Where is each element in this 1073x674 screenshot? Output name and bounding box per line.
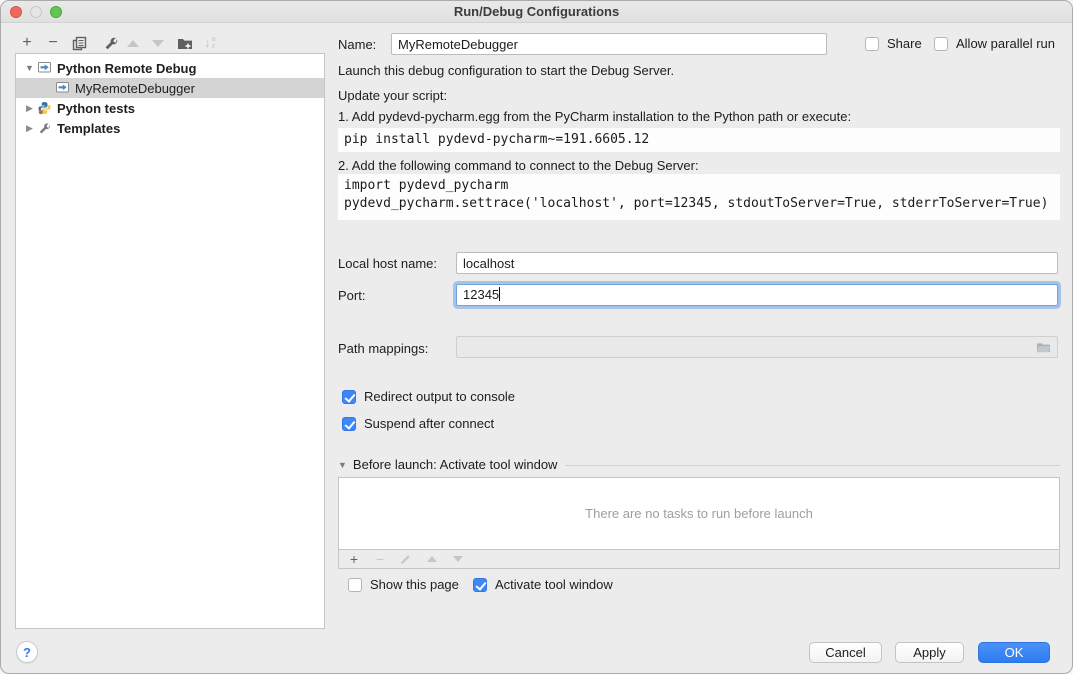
show-this-page-checkbox-row[interactable]: Show this page bbox=[348, 577, 459, 593]
section-expanded-chevron-icon[interactable]: ▼ bbox=[338, 460, 347, 470]
new-folder-icon[interactable] bbox=[176, 34, 194, 52]
path-mappings-label: Path mappings: bbox=[338, 341, 428, 357]
run-debug-configurations-dialog: Run/Debug Configurations + − ↓ a z bbox=[0, 0, 1073, 674]
tree-item-python-tests[interactable]: ▶ Python tests bbox=[16, 98, 324, 118]
code-line-2: pydevd_pycharm.settrace('localhost', por… bbox=[344, 196, 1048, 211]
share-checkbox[interactable] bbox=[865, 37, 879, 51]
before-launch-tasks-panel: There are no tasks to run before launch … bbox=[338, 477, 1060, 569]
copy-icon bbox=[72, 36, 87, 51]
code-line-1: import pydevd_pycharm bbox=[344, 178, 508, 193]
add-task-icon[interactable]: + bbox=[347, 552, 361, 566]
redirect-output-checkbox-row[interactable]: Redirect output to console bbox=[342, 389, 515, 405]
copy-configuration-icon[interactable] bbox=[70, 34, 88, 52]
python-tests-icon bbox=[37, 101, 53, 115]
help-question-mark: ? bbox=[23, 645, 31, 660]
allow-parallel-run-checkbox[interactable] bbox=[934, 37, 948, 51]
window-title: Run/Debug Configurations bbox=[1, 4, 1072, 19]
activate-tool-window-checkbox[interactable] bbox=[473, 578, 487, 592]
expanded-chevron-icon[interactable]: ▼ bbox=[24, 63, 35, 73]
section-divider bbox=[565, 465, 1060, 466]
collapsed-chevron-icon[interactable]: ▶ bbox=[24, 123, 35, 134]
sort-alphabetically-icon: ↓ a z bbox=[201, 34, 219, 52]
move-down-icon bbox=[149, 34, 167, 52]
tree-item-myremotedebugger[interactable]: MyRemoteDebugger bbox=[16, 78, 324, 98]
remote-debug-icon bbox=[37, 61, 53, 75]
step2-text: 2. Add the following command to connect … bbox=[338, 158, 699, 174]
share-label: Share bbox=[887, 36, 922, 52]
tasks-empty-text: There are no tasks to run before launch bbox=[339, 478, 1059, 549]
configurations-tree: ▼ Python Remote Debug MyRemoteDebugger ▶ bbox=[15, 53, 325, 629]
apply-button[interactable]: Apply bbox=[895, 642, 964, 663]
title-bar: Run/Debug Configurations bbox=[1, 1, 1072, 23]
local-host-name-input[interactable] bbox=[456, 252, 1058, 274]
allow-parallel-run-label: Allow parallel run bbox=[956, 36, 1055, 52]
step1-text: 1. Add pydevd-pycharm.egg from the PyCha… bbox=[338, 109, 851, 125]
remove-configuration-icon[interactable]: − bbox=[44, 34, 62, 52]
update-script-text: Update your script: bbox=[338, 88, 447, 104]
ok-button[interactable]: OK bbox=[978, 642, 1050, 663]
before-launch-title: Before launch: Activate tool window bbox=[353, 457, 558, 473]
activate-tool-window-label: Activate tool window bbox=[495, 577, 613, 593]
tree-item-label: Python tests bbox=[57, 101, 135, 116]
description-text: Launch this debug configuration to start… bbox=[338, 63, 674, 79]
show-this-page-label: Show this page bbox=[370, 577, 459, 593]
name-input[interactable] bbox=[391, 33, 827, 55]
collapsed-chevron-icon[interactable]: ▶ bbox=[24, 103, 35, 114]
tree-item-python-remote-debug[interactable]: ▼ Python Remote Debug bbox=[16, 58, 324, 78]
templates-wrench-icon bbox=[37, 121, 53, 135]
suspend-after-connect-checkbox[interactable] bbox=[342, 417, 356, 431]
tree-item-templates[interactable]: ▶ Templates bbox=[16, 118, 324, 138]
name-label: Name: bbox=[338, 37, 376, 53]
folder-plus-icon bbox=[177, 36, 193, 51]
help-button[interactable]: ? bbox=[16, 641, 38, 663]
move-task-up-icon bbox=[425, 552, 439, 566]
sort-icon: ↓ a z bbox=[204, 34, 215, 52]
remove-task-icon: − bbox=[373, 552, 387, 566]
allow-parallel-run-checkbox-row[interactable]: Allow parallel run bbox=[934, 36, 1055, 52]
browse-folder-icon[interactable] bbox=[1036, 341, 1051, 354]
tree-item-label: MyRemoteDebugger bbox=[75, 81, 195, 96]
tasks-toolbar: + − bbox=[339, 549, 1059, 568]
down-arrow-icon bbox=[152, 40, 164, 47]
edit-defaults-icon[interactable] bbox=[102, 34, 120, 52]
move-task-down-icon bbox=[451, 552, 465, 566]
activate-tool-window-checkbox-row[interactable]: Activate tool window bbox=[473, 577, 613, 593]
edit-task-icon bbox=[399, 552, 413, 566]
redirect-output-label: Redirect output to console bbox=[364, 389, 515, 405]
share-checkbox-row[interactable]: Share bbox=[865, 36, 922, 52]
add-configuration-icon[interactable]: + bbox=[18, 34, 36, 52]
before-launch-header[interactable]: ▼ Before launch: Activate tool window bbox=[338, 457, 1060, 473]
tree-item-label: Templates bbox=[57, 121, 120, 136]
local-host-name-label: Local host name: bbox=[338, 256, 437, 272]
cancel-button[interactable]: Cancel bbox=[809, 642, 882, 663]
show-this-page-checkbox[interactable] bbox=[348, 578, 362, 592]
port-label: Port: bbox=[338, 288, 365, 304]
wrench-icon bbox=[103, 35, 119, 51]
move-up-icon bbox=[124, 34, 142, 52]
redirect-output-checkbox[interactable] bbox=[342, 390, 356, 404]
port-input[interactable]: 12345 bbox=[456, 284, 1058, 306]
suspend-after-connect-label: Suspend after connect bbox=[364, 416, 494, 432]
tree-item-label: Python Remote Debug bbox=[57, 61, 196, 76]
remote-debug-icon bbox=[55, 81, 71, 95]
port-value: 12345 bbox=[463, 287, 499, 302]
text-caret bbox=[499, 287, 500, 301]
suspend-after-connect-checkbox-row[interactable]: Suspend after connect bbox=[342, 416, 494, 432]
up-arrow-icon bbox=[127, 40, 139, 47]
pip-install-code[interactable]: pip install pydevd-pycharm~=191.6605.12 bbox=[338, 128, 1060, 152]
settrace-code[interactable]: import pydevd_pycharm pydevd_pycharm.set… bbox=[338, 174, 1060, 220]
path-mappings-input[interactable] bbox=[456, 336, 1058, 358]
